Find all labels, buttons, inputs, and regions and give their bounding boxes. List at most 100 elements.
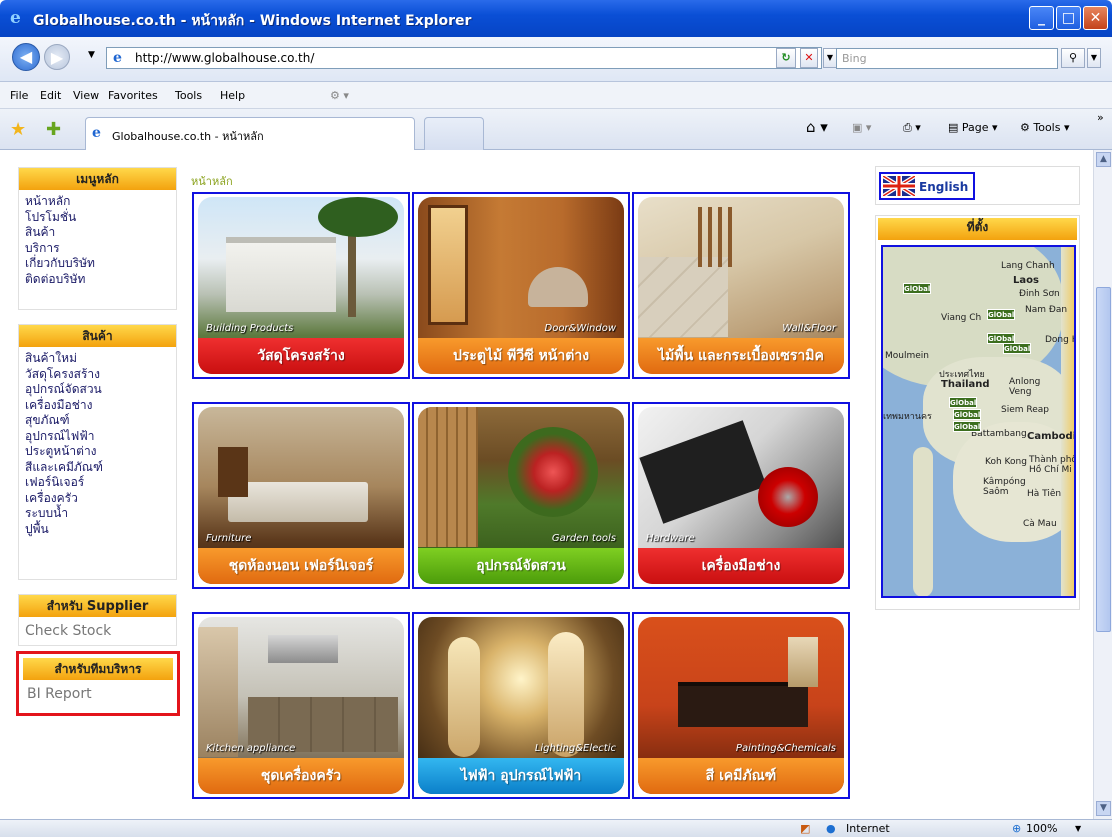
tools-menu[interactable]: ⚙ Tools ▾	[1020, 121, 1070, 134]
lamp-shape	[788, 637, 818, 687]
vertical-scrollbar[interactable]: ▲ ▼	[1093, 150, 1112, 819]
menu-edit[interactable]: Edit	[40, 89, 61, 102]
toolbar-overflow-icon[interactable]: »	[1097, 111, 1104, 124]
forward-button[interactable]: ▶	[44, 44, 70, 70]
store-marker[interactable]: GlObal	[953, 421, 981, 432]
main-menu-item[interactable]: โปรโมชั่น	[25, 210, 176, 226]
store-marker[interactable]: GlObal	[987, 309, 1015, 320]
toolbar-extension-icon[interactable]: ⚙ ▾	[330, 89, 349, 102]
tile-label: สี เคมีภัณฑ์	[638, 758, 844, 794]
product-menu-item[interactable]: ระบบน้ำ	[25, 506, 176, 522]
tile-wall-floor[interactable]: Wall&Floor ไม้พื้น และกระเบื้องเซรามิค	[632, 192, 850, 379]
map-label: Kâmpóng Saôm	[983, 477, 1026, 497]
executive-title: สำหรับทีมบริหาร	[23, 658, 173, 680]
product-menu-item[interactable]: อุปกรณ์ไฟฟ้า	[25, 429, 176, 445]
page-menu[interactable]: ▤ Page ▾	[948, 121, 998, 134]
nightstand-shape	[218, 447, 248, 497]
palm-leaves	[318, 197, 398, 237]
store-marker[interactable]: GlObal	[953, 409, 981, 420]
supplier-box: สำหรับ Supplier Check Stock	[18, 594, 177, 646]
products-menu-box: สินค้า สินค้าใหม่ วัสดุโครงสร้าง อุปกรณ์…	[18, 324, 177, 580]
main-menu-item[interactable]: สินค้า	[25, 225, 176, 241]
scroll-down-icon[interactable]: ▼	[1096, 801, 1111, 816]
product-menu-item[interactable]: อุปกรณ์จัดสวน	[25, 382, 176, 398]
home-icon[interactable]: ⌂ ▾	[806, 118, 828, 136]
lamp-pillar-shape	[448, 637, 480, 757]
menu-view[interactable]: View	[73, 89, 99, 102]
print-icon[interactable]: ⎙ ▾	[903, 121, 921, 135]
location-map[interactable]: Lang Chanh Laos Đinh Sơn Viang Ch Nam Đa…	[881, 245, 1076, 598]
tile-image: Kitchen appliance ชุดเครื่องครัว	[198, 617, 404, 794]
store-marker[interactable]: GlObal	[903, 283, 931, 294]
tile-label: ประตูไม้ พีวีซี หน้าต่าง	[418, 338, 624, 374]
product-menu-item[interactable]: สีและเคมีภัณฑ์	[25, 460, 176, 476]
main-menu-item[interactable]: เกี่ยวกับบริษัท	[25, 256, 176, 272]
tab-bar: ★ ✚ e Globalhouse.co.th - หน้าหลัก ⌂ ▾ ▣…	[0, 109, 1112, 150]
product-menu-item[interactable]: ปูพื้น	[25, 522, 176, 538]
bed-shape	[228, 482, 368, 522]
refresh-icon[interactable]: ↻	[776, 48, 796, 68]
main-menu-item[interactable]: ติดต่อบริษัท	[25, 272, 176, 288]
tile-label: เครื่องมือช่าง	[638, 548, 844, 584]
main-menu-item[interactable]: บริการ	[25, 241, 176, 257]
tile-door-window[interactable]: Door&Window ประตูไม้ พีวีซี หน้าต่าง	[412, 192, 630, 379]
add-favorites-icon[interactable]: ✚	[46, 119, 61, 140]
zoom-level[interactable]: 100%	[1026, 822, 1057, 835]
tile-subtitle: Garden tools	[551, 533, 616, 544]
zoom-icon[interactable]: ⊕	[1012, 822, 1021, 835]
bi-report-link[interactable]: BI Report	[19, 680, 177, 708]
product-menu-item[interactable]: สินค้าใหม่	[25, 351, 176, 367]
tab-active[interactable]: e Globalhouse.co.th - หน้าหลัก	[85, 117, 415, 150]
back-button[interactable]: ◀	[12, 43, 40, 71]
favorites-star-icon[interactable]: ★	[10, 119, 26, 140]
feeds-icon[interactable]: ▣ ▾	[852, 121, 871, 134]
product-menu-item[interactable]: เครื่องครัว	[25, 491, 176, 507]
search-icon[interactable]: ⚲	[1061, 48, 1085, 68]
search-input[interactable]: Bing	[836, 48, 1058, 69]
product-menu-item[interactable]: เครื่องมือช่าง	[25, 398, 176, 414]
maximize-button[interactable]: □	[1056, 6, 1081, 30]
tile-building-products[interactable]: Building Products วัสดุโครงสร้าง	[192, 192, 410, 379]
search-options-icon[interactable]: ▼	[1087, 48, 1101, 68]
tile-subtitle: Kitchen appliance	[206, 743, 296, 754]
tile-image: Building Products วัสดุโครงสร้าง	[198, 197, 404, 374]
product-menu-item[interactable]: ประตูหน้าต่าง	[25, 444, 176, 460]
store-marker[interactable]: GlObal	[949, 397, 977, 408]
new-tab-button[interactable]	[424, 117, 484, 150]
product-menu-item[interactable]: เฟอร์นิเจอร์	[25, 475, 176, 491]
menu-tools[interactable]: Tools	[175, 89, 202, 102]
tile-furniture[interactable]: Furniture ชุดห้องนอน เฟอร์นิเจอร์	[192, 402, 410, 589]
tile-hardware[interactable]: Hardware เครื่องมือช่าง	[632, 402, 850, 589]
scroll-thumb[interactable]	[1096, 287, 1111, 632]
tool-case-shape	[639, 420, 767, 524]
main-menu-item[interactable]: หน้าหลัก	[25, 194, 176, 210]
close-button[interactable]: ✕	[1083, 6, 1108, 30]
tile-image: Garden tools อุปกรณ์จัดสวน	[418, 407, 624, 584]
recent-pages-dropdown-icon[interactable]: ▼	[88, 50, 95, 60]
page-menu-label: Page	[961, 121, 989, 134]
supplier-title: สำหรับ Supplier	[19, 595, 176, 617]
chef-shape	[198, 627, 238, 757]
menu-help[interactable]: Help	[220, 89, 245, 102]
product-menu-item[interactable]: วัสดุโครงสร้าง	[25, 367, 176, 383]
tile-image: Wall&Floor ไม้พื้น และกระเบื้องเซรามิค	[638, 197, 844, 374]
stop-icon[interactable]: ✕	[800, 48, 818, 68]
menu-favorites[interactable]: Favorites	[108, 89, 158, 102]
window-title: Globalhouse.co.th - หน้าหลัก - Windows I…	[33, 13, 472, 29]
scroll-up-icon[interactable]: ▲	[1096, 152, 1111, 167]
tile-garden[interactable]: Garden tools อุปกรณ์จัดสวน	[412, 402, 630, 589]
tile-image: Door&Window ประตูไม้ พีวีซี หน้าต่าง	[418, 197, 624, 374]
minimize-button[interactable]: _	[1029, 6, 1054, 30]
menu-file[interactable]: File	[10, 89, 28, 102]
store-marker[interactable]: GlObal	[1003, 343, 1031, 354]
english-button[interactable]: English	[879, 172, 975, 200]
zoom-dropdown-icon[interactable]: ▼	[1075, 824, 1081, 833]
check-stock-link[interactable]: Check Stock	[19, 617, 176, 645]
map-label: Moulmein	[885, 351, 929, 361]
product-menu-item[interactable]: สุขภัณฑ์	[25, 413, 176, 429]
tile-kitchen[interactable]: Kitchen appliance ชุดเครื่องครัว	[192, 612, 410, 799]
tile-lighting[interactable]: Lighting&Electic ไฟฟ้า อุปกรณ์ไฟฟ้า	[412, 612, 630, 799]
address-dropdown-button[interactable]: ▼	[823, 48, 837, 68]
tile-paint[interactable]: Painting&Chemicals สี เคมีภัณฑ์	[632, 612, 850, 799]
address-bar[interactable]: e http://www.globalhouse.co.th/	[106, 47, 822, 69]
